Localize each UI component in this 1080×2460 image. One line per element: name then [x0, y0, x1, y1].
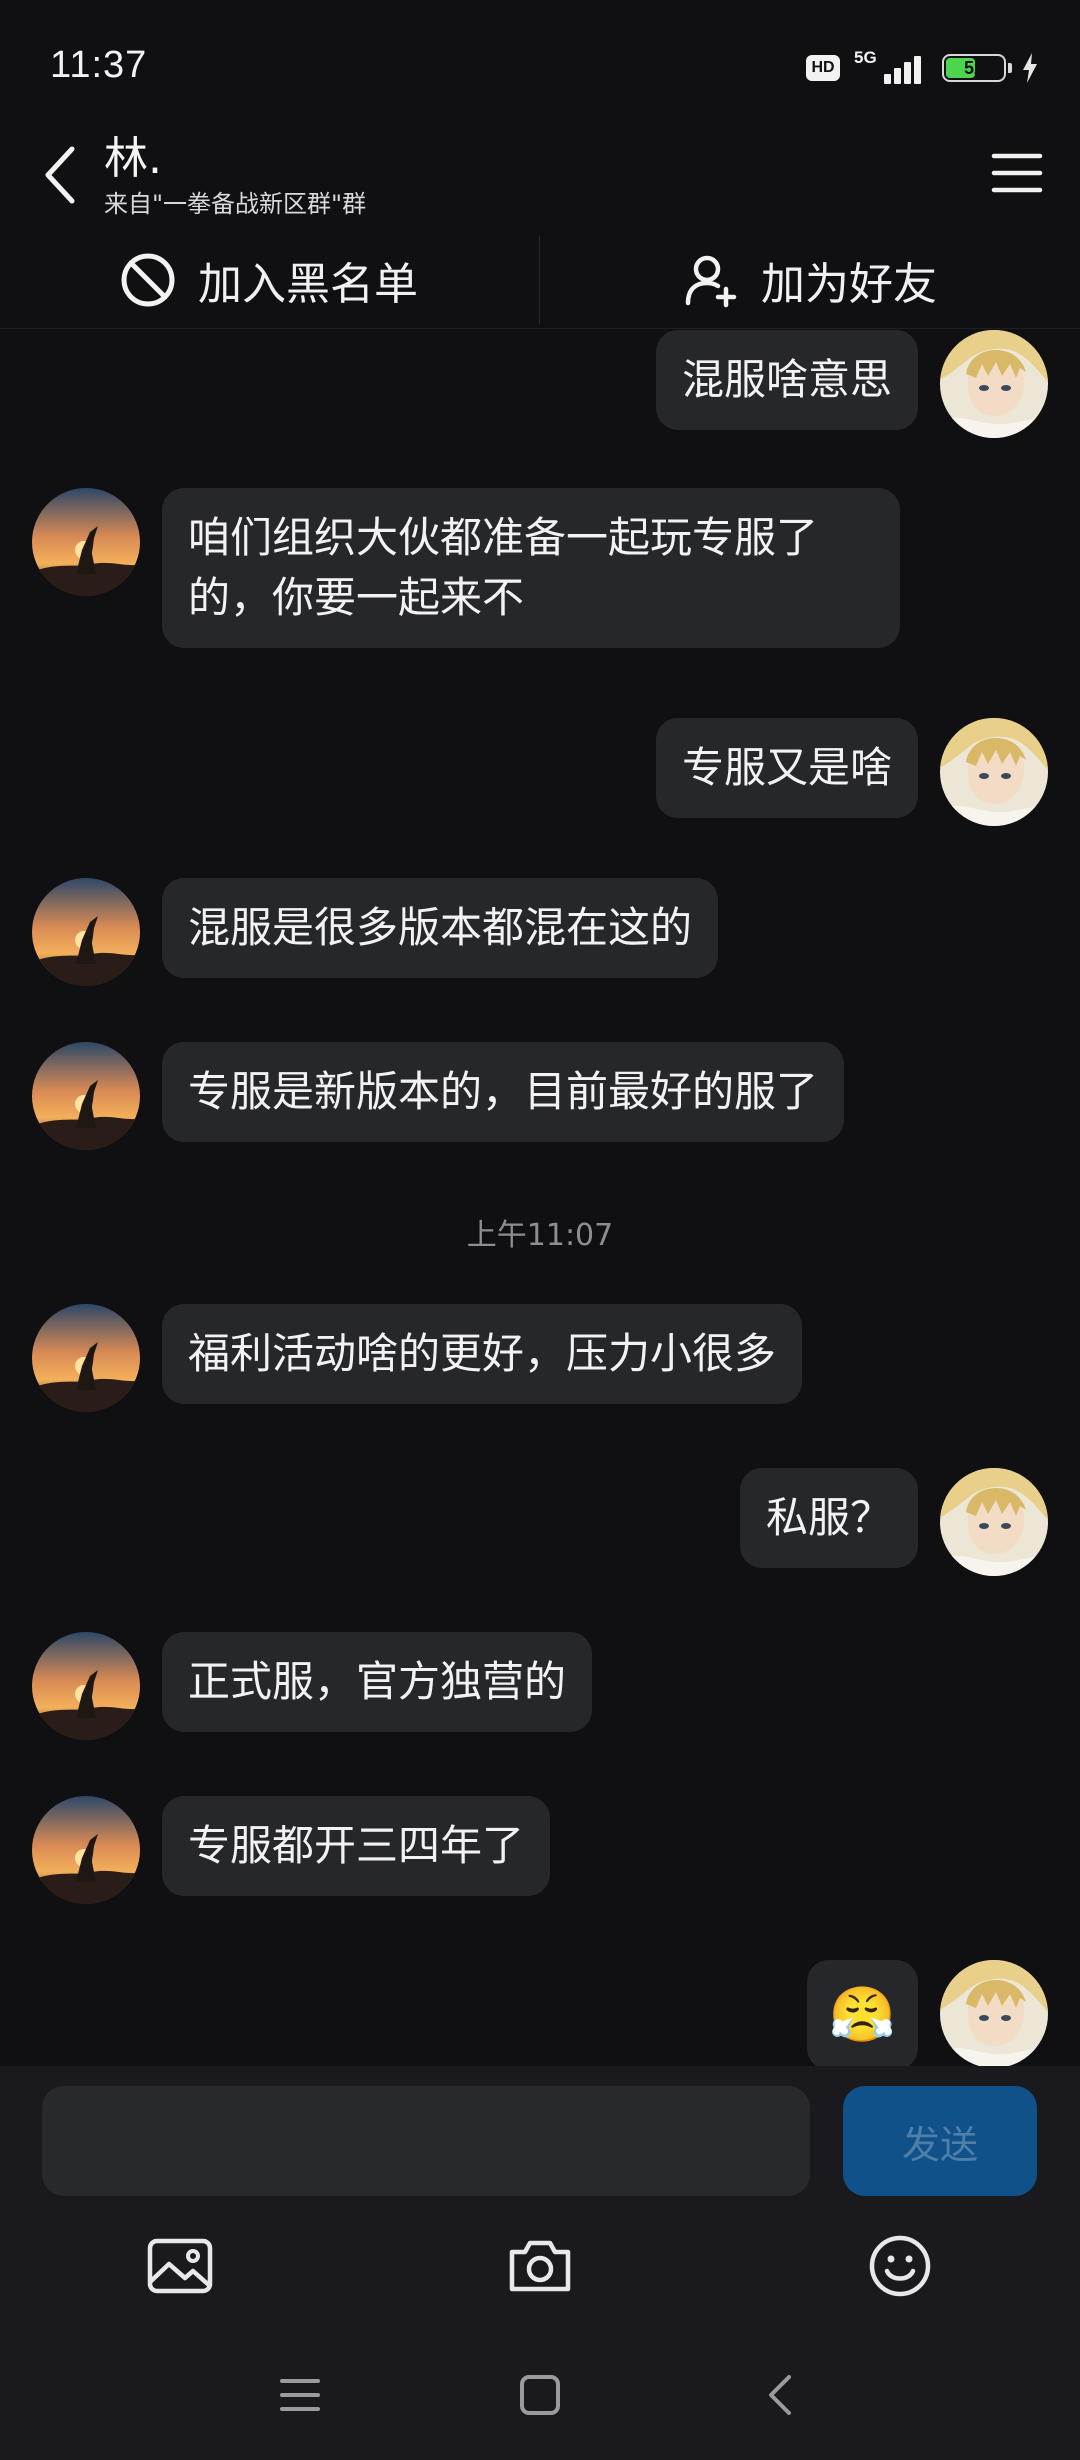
smile-icon — [869, 2235, 931, 2297]
send-button[interactable]: 发送 — [843, 2086, 1037, 2196]
camera-icon — [509, 2240, 571, 2292]
signal-bar — [894, 68, 901, 84]
add-friend-button[interactable]: 加为好友 — [541, 232, 1079, 328]
sunset-avatar-image — [32, 1042, 140, 1150]
contact-actions: 加入黑名单 加为好友 — [0, 232, 1080, 329]
charging-icon — [1023, 53, 1037, 83]
battery-level: 52 — [963, 57, 985, 78]
status-bar: 11:37 HD 5G 52 — [0, 0, 1080, 120]
sunset-avatar-image — [32, 1796, 140, 1904]
message-bubble[interactable]: 专服又是啥 — [655, 718, 918, 818]
message-list[interactable]: 混服啥意思 咱们组织大伙都准备一起玩专服了的，你要一起来不 专服又是啥 混服是很… — [0, 330, 1080, 2066]
battery-cap — [1008, 63, 1012, 73]
signal-bar — [904, 62, 911, 84]
sunset-avatar-image — [32, 1304, 140, 1412]
message-bubble[interactable]: 专服都开三四年了 — [162, 1796, 551, 1896]
message-incoming: 专服是新版本的，目前最好的服了 — [32, 1042, 845, 1150]
contact-avatar[interactable] — [32, 1632, 140, 1740]
my-avatar[interactable] — [940, 1960, 1048, 2066]
block-icon — [121, 253, 175, 307]
system-nav-bar — [0, 2330, 1080, 2460]
my-avatar[interactable] — [940, 718, 1048, 826]
message-outgoing: 专服又是啥 — [655, 718, 1048, 826]
signal-icon: 5G — [854, 48, 928, 86]
message-bubble[interactable]: 专服是新版本的，目前最好的服了 — [162, 1042, 845, 1142]
battery-icon: 52 — [942, 54, 1012, 82]
sunset-avatar-image — [32, 1632, 140, 1740]
message-bubble[interactable]: 福利活动啥的更好，压力小很多 — [162, 1304, 803, 1404]
message-incoming: 福利活动啥的更好，压力小很多 — [32, 1304, 803, 1412]
anime-avatar-image — [940, 718, 1048, 826]
status-time: 11:37 — [50, 44, 148, 86]
anime-avatar-image — [940, 1960, 1048, 2066]
chat-header: 林. 来自"一拳备战新区群"群 — [0, 120, 1080, 230]
image-icon — [147, 2238, 213, 2294]
contact-avatar[interactable] — [32, 1304, 140, 1412]
nav-back-icon — [769, 2375, 791, 2415]
recents-button[interactable] — [265, 2360, 335, 2430]
nav-back-button[interactable] — [745, 2360, 815, 2430]
anime-avatar-image — [940, 330, 1048, 438]
my-avatar[interactable] — [940, 1468, 1048, 1576]
hamburger-menu-icon — [991, 153, 1043, 193]
image-button[interactable] — [140, 2226, 220, 2306]
my-avatar[interactable] — [940, 330, 1048, 438]
signal-bar — [914, 56, 921, 84]
message-incoming: 正式服，官方独营的 — [32, 1632, 593, 1740]
emoji-message[interactable]: 😤 — [806, 1960, 918, 2066]
message-outgoing: 混服啥意思 — [655, 330, 1048, 438]
message-bubble[interactable]: 私服？ — [739, 1468, 918, 1568]
contact-avatar[interactable] — [32, 1796, 140, 1904]
message-incoming: 混服是很多版本都混在这的 — [32, 878, 719, 986]
hd-icon: HD — [806, 55, 840, 81]
block-label: 加入黑名单 — [198, 259, 418, 310]
block-button[interactable]: 加入黑名单 — [0, 232, 538, 328]
message-incoming: 专服都开三四年了 — [32, 1796, 551, 1904]
signal-bar — [884, 74, 891, 84]
add-friend-label: 加为好友 — [761, 259, 937, 310]
network-type-label: 5G — [854, 48, 877, 67]
recents-icon — [280, 2379, 320, 2411]
message-outgoing: 😤 — [806, 1960, 1048, 2066]
status-icons: HD 5G 52 — [806, 48, 1040, 88]
camera-button[interactable] — [500, 2226, 580, 2306]
sunset-avatar-image — [32, 488, 140, 596]
home-icon — [520, 2375, 560, 2415]
message-outgoing: 私服？ — [739, 1468, 1048, 1576]
chat-screen: 11:37 HD 5G 52 林. 来自"一拳备战新区群"群 加入黑名单 加为好… — [0, 0, 1080, 2460]
message-bubble[interactable]: 混服啥意思 — [655, 330, 918, 430]
message-bubble[interactable]: 正式服，官方独营的 — [162, 1632, 593, 1732]
add-user-icon — [685, 255, 737, 308]
contact-source: 来自"一拳备战新区群"群 — [104, 190, 367, 218]
back-button[interactable] — [30, 130, 90, 220]
menu-button[interactable] — [982, 138, 1052, 208]
home-button[interactable] — [505, 2360, 575, 2430]
message-input[interactable] — [42, 2086, 810, 2196]
message-timestamp: 上午11:07 — [466, 1218, 614, 1253]
message-bubble[interactable]: 咱们组织大伙都准备一起玩专服了的，你要一起来不 — [162, 488, 900, 648]
contact-avatar[interactable] — [32, 1042, 140, 1150]
emoji-button[interactable] — [860, 2226, 940, 2306]
contact-name: 林. — [104, 133, 162, 184]
contact-avatar[interactable] — [32, 878, 140, 986]
sunset-avatar-image — [32, 878, 140, 986]
message-incoming: 咱们组织大伙都准备一起玩专服了的，你要一起来不 — [32, 488, 900, 648]
message-bubble[interactable]: 混服是很多版本都混在这的 — [162, 878, 719, 978]
anime-avatar-image — [940, 1468, 1048, 1576]
back-arrow-icon — [45, 146, 75, 204]
contact-avatar[interactable] — [32, 488, 140, 596]
action-divider — [539, 236, 540, 324]
